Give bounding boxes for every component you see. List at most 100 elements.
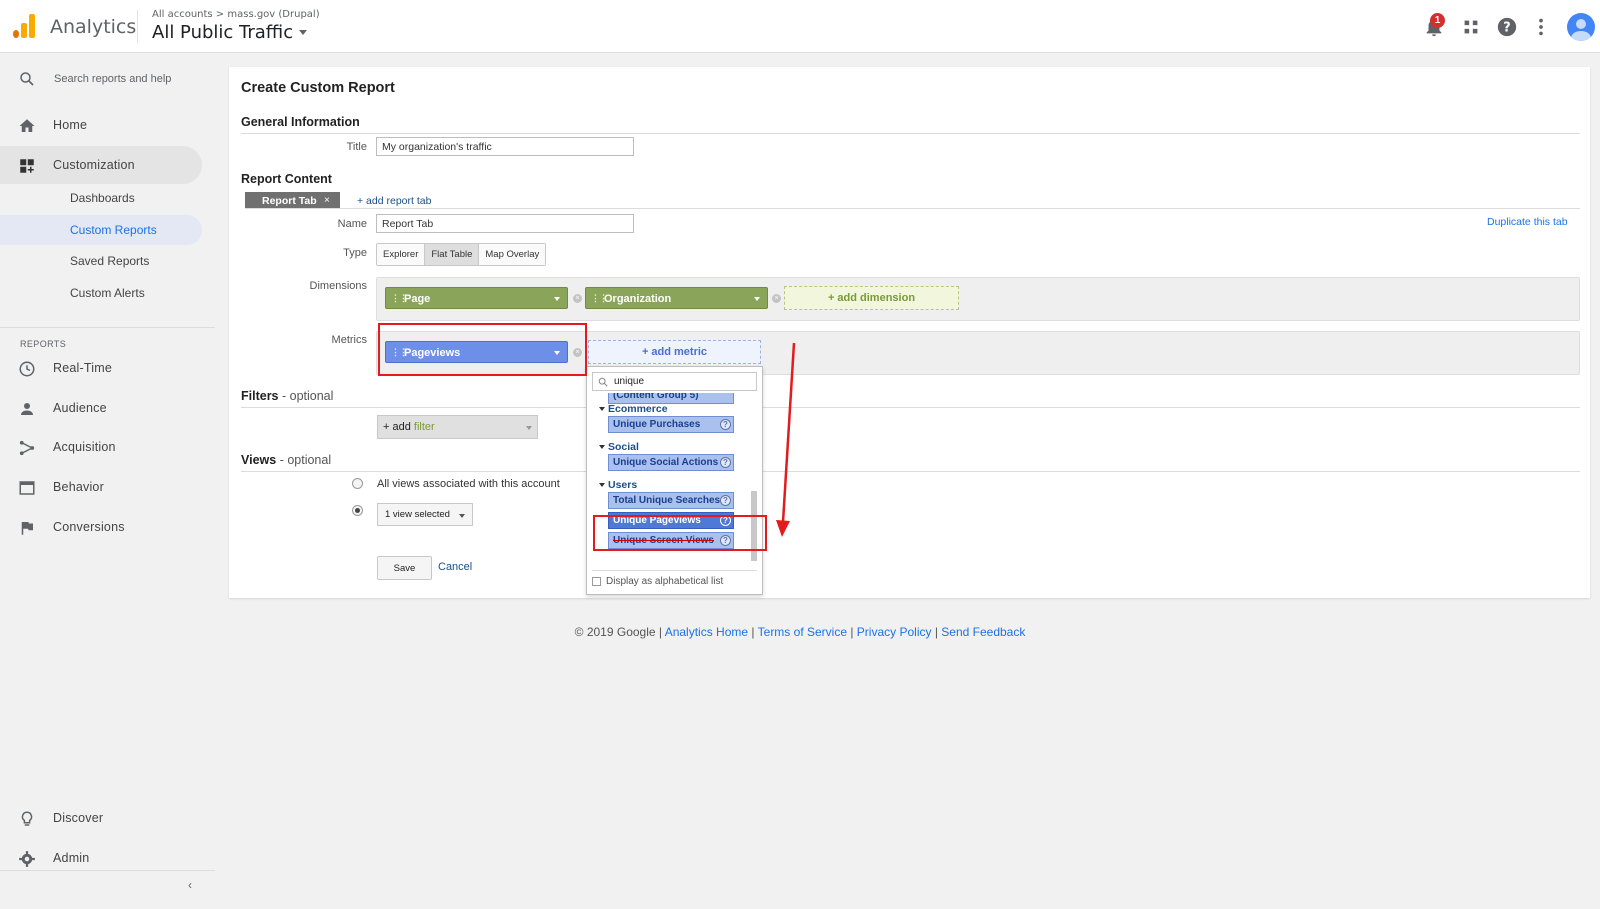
- sidebar-subitem-saved-reports[interactable]: Saved Reports: [0, 246, 202, 276]
- help-icon[interactable]: ?: [1496, 16, 1518, 38]
- sidebar-subitem-custom-reports[interactable]: Custom Reports: [0, 215, 202, 245]
- name-label: Name: [337, 218, 367, 230]
- cancel-link[interactable]: Cancel: [438, 561, 472, 573]
- type-label: Type: [343, 247, 367, 259]
- sidebar-item-acquisition[interactable]: Acquisition: [0, 428, 202, 466]
- report-tab-label: Report Tab: [262, 195, 317, 207]
- add-report-tab-link[interactable]: + add report tab: [357, 195, 431, 207]
- title-label: Title: [346, 141, 367, 153]
- sidebar-item-label: Discover: [53, 811, 104, 825]
- help-icon[interactable]: ?: [720, 457, 731, 468]
- sidebar-search[interactable]: Search reports and help: [0, 62, 215, 96]
- sidebar-item-label: Admin: [53, 851, 90, 865]
- all-views-label: All views associated with this account: [377, 478, 560, 490]
- sidebar-item-label: Conversions: [53, 520, 125, 534]
- sidebar-item-home[interactable]: Home: [0, 106, 202, 144]
- annotation-highlight-unique-pageviews: [593, 515, 767, 551]
- metric-item-label: (Content Group 5): [613, 393, 699, 401]
- chevron-down-icon: [459, 514, 465, 518]
- sidebar-subitem-label: Custom Reports: [70, 223, 157, 237]
- type-flat-table-button[interactable]: Flat Table: [425, 244, 480, 265]
- browser-window-icon: [19, 481, 35, 495]
- category-users[interactable]: Users: [599, 479, 637, 491]
- sidebar-item-customization[interactable]: Customization: [0, 146, 202, 184]
- chevron-down-icon: [554, 297, 560, 301]
- close-tab-icon[interactable]: ×: [324, 195, 330, 206]
- sidebar: Search reports and help Home Customizati…: [0, 54, 215, 909]
- account-breadcrumb[interactable]: All accounts > mass.gov (Drupal): [152, 9, 320, 20]
- sidebar-item-label: Acquisition: [53, 440, 116, 454]
- footer: © 2019 Google | Analytics Home | Terms o…: [574, 625, 1026, 639]
- save-button[interactable]: Save: [377, 556, 432, 580]
- sidebar-item-audience[interactable]: Audience: [0, 389, 202, 427]
- sidebar-item-label: Audience: [53, 401, 107, 415]
- sidebar-item-conversions[interactable]: Conversions: [0, 508, 202, 546]
- help-icon[interactable]: ?: [720, 419, 731, 430]
- sidebar-subitem-custom-alerts[interactable]: Custom Alerts: [0, 278, 202, 308]
- chevron-down-icon: [526, 426, 532, 430]
- duplicate-tab-link[interactable]: Duplicate this tab: [1487, 216, 1568, 228]
- type-explorer-button[interactable]: Explorer: [377, 244, 426, 265]
- optional-tag: - optional: [278, 389, 334, 403]
- feedback-link[interactable]: Send Feedback: [941, 625, 1025, 639]
- sidebar-subitem-dashboards[interactable]: Dashboards: [0, 183, 202, 213]
- home-icon: [19, 119, 35, 132]
- selected-views-radio[interactable]: [352, 505, 363, 516]
- report-tab[interactable]: Report Tab ×: [245, 192, 340, 209]
- dashboard-customize-icon: [20, 159, 34, 173]
- list-item[interactable]: Unique Social Actions ?: [608, 454, 734, 471]
- category-social[interactable]: Social: [599, 441, 639, 453]
- privacy-link[interactable]: Privacy Policy: [857, 625, 932, 639]
- remove-dimension-icon[interactable]: ×: [772, 294, 781, 303]
- apps-grid-icon[interactable]: [1460, 16, 1482, 38]
- sidebar-subitem-label: Custom Alerts: [70, 286, 145, 300]
- person-icon: [21, 403, 33, 415]
- top-header: Analytics All accounts > mass.gov (Drupa…: [0, 0, 1600, 53]
- clock-icon: [19, 361, 35, 377]
- section-divider: [241, 407, 1580, 408]
- tab-name-input[interactable]: Report Tab: [376, 214, 634, 233]
- collapse-sidebar-icon[interactable]: ‹: [188, 878, 192, 892]
- metrics-label: Metrics: [331, 334, 367, 346]
- list-item[interactable]: Unique Purchases ?: [608, 416, 734, 433]
- filters-heading: Filters - optional: [241, 389, 333, 403]
- alphabetical-option[interactable]: Display as alphabetical list: [592, 570, 757, 587]
- flag-icon: [21, 522, 33, 535]
- remove-dimension-icon[interactable]: ×: [573, 294, 582, 303]
- help-icon[interactable]: ?: [720, 495, 731, 506]
- alphabetical-checkbox[interactable]: [592, 576, 601, 586]
- add-filter-prefix: + add: [383, 421, 414, 433]
- dimension-pill-page[interactable]: ⋮⋮ Page: [385, 287, 568, 309]
- sidebar-item-admin[interactable]: Admin: [0, 839, 202, 877]
- dimension-pill-organization[interactable]: ⋮⋮ Organization: [585, 287, 768, 309]
- sidebar-item-behavior[interactable]: Behavior: [0, 468, 202, 506]
- sidebar-item-realtime[interactable]: Real-Time: [0, 349, 202, 387]
- lightbulb-icon: [21, 811, 33, 826]
- app-name[interactable]: Analytics: [50, 16, 136, 38]
- report-type-selector: Explorer Flat Table Map Overlay: [376, 243, 547, 266]
- sidebar-item-discover[interactable]: Discover: [0, 799, 202, 837]
- views-select-value: 1 view selected: [385, 509, 450, 520]
- type-map-overlay-button[interactable]: Map Overlay: [479, 244, 546, 265]
- chevron-down-icon: [299, 30, 308, 35]
- analytics-home-link[interactable]: Analytics Home: [665, 625, 748, 639]
- metric-item-label: Total Unique Searches: [613, 495, 721, 506]
- view-selector[interactable]: All Public Traffic: [152, 22, 308, 43]
- add-dimension-button[interactable]: + add dimension: [784, 286, 959, 310]
- user-avatar[interactable]: [1567, 13, 1595, 41]
- views-select[interactable]: 1 view selected: [377, 503, 473, 526]
- more-vert-icon[interactable]: [1530, 16, 1552, 38]
- category-ecommerce[interactable]: Ecommerce: [599, 403, 668, 415]
- sidebar-subitem-label: Saved Reports: [70, 254, 150, 268]
- add-filter-button[interactable]: + add filter: [377, 415, 538, 439]
- all-views-radio[interactable]: [352, 478, 363, 489]
- page-title: Create Custom Report: [241, 80, 395, 96]
- list-item[interactable]: Total Unique Searches ?: [608, 492, 734, 509]
- title-input[interactable]: My organization's traffic: [376, 137, 634, 156]
- analytics-logo-icon[interactable]: [13, 14, 35, 38]
- dimensions-label: Dimensions: [309, 280, 367, 292]
- terms-link[interactable]: Terms of Service: [758, 625, 847, 639]
- sidebar-item-label: Behavior: [53, 480, 104, 494]
- metric-search-input[interactable]: unique: [592, 372, 757, 391]
- add-metric-button[interactable]: + add metric: [588, 340, 761, 364]
